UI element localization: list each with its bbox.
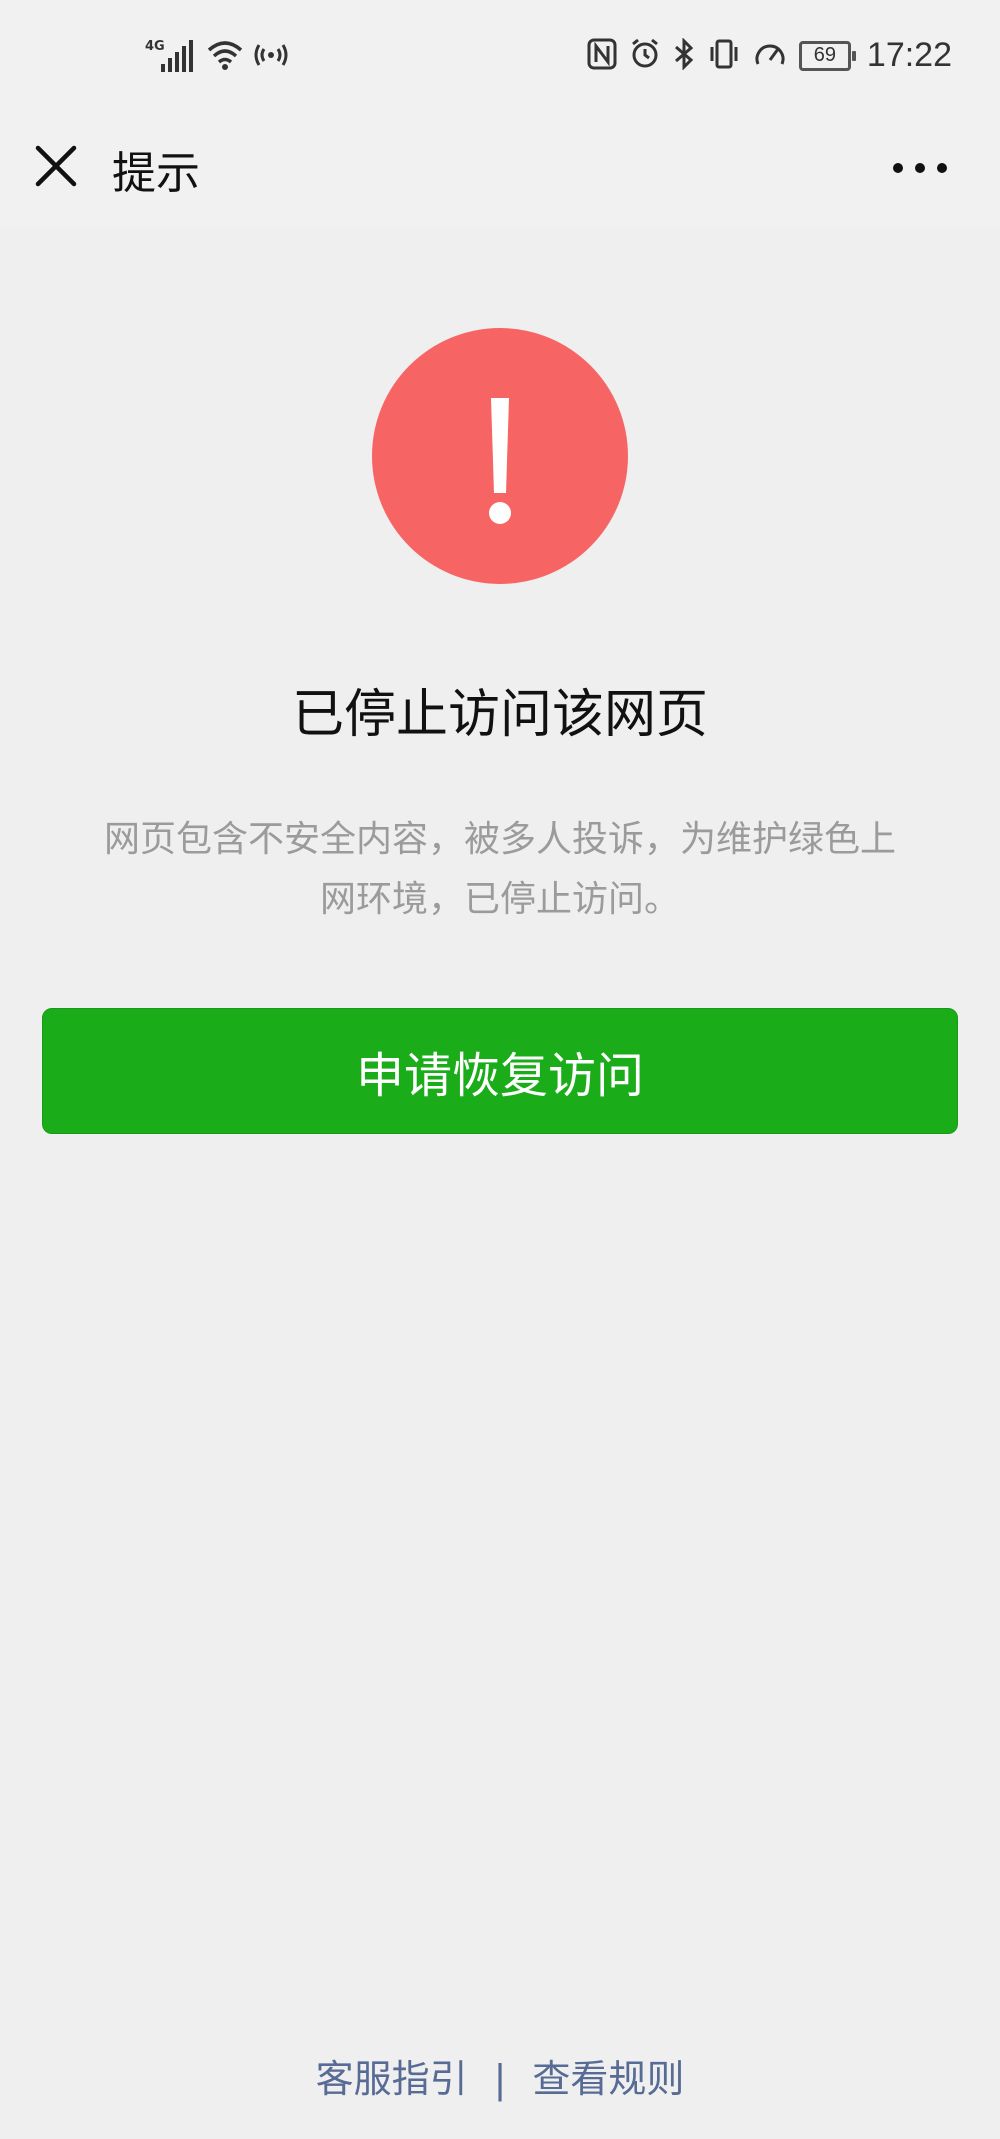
nfc-icon xyxy=(587,38,617,74)
hotspot-icon xyxy=(253,40,289,74)
status-bar: 4G 69 17:22 xyxy=(0,0,1000,115)
speed-icon xyxy=(753,38,787,74)
status-left: 4G xyxy=(145,36,289,78)
warning-icon xyxy=(372,328,628,584)
signal-icon: 4G xyxy=(145,36,197,78)
wifi-icon xyxy=(205,38,245,76)
footer-separator: | xyxy=(493,2057,507,2101)
vibrate-icon xyxy=(707,38,741,74)
footer-links: 客服指引 | 查看规则 xyxy=(0,2048,1000,2103)
description-line-1: 网页包含不安全内容，被多人投诉，为维护绿色上 xyxy=(103,819,896,860)
alarm-icon xyxy=(629,38,661,74)
customer-service-link[interactable]: 客服指引 xyxy=(316,2057,468,2101)
status-right: 69 17:22 xyxy=(587,36,952,75)
headline: 已停止访问该网页 xyxy=(291,685,708,745)
more-icon[interactable] xyxy=(890,153,950,183)
battery-level: 69 xyxy=(813,44,837,66)
clock: 17:22 xyxy=(866,36,952,74)
page-title: 提示 xyxy=(112,148,200,199)
battery-icon: 69 xyxy=(798,40,856,71)
bluetooth-icon xyxy=(673,36,695,74)
request-restore-button[interactable]: 申请恢复访问 xyxy=(42,1008,958,1134)
view-rules-link[interactable]: 查看规则 xyxy=(532,2057,684,2101)
nav-bar: 提示 xyxy=(0,115,1000,228)
description: 网页包含不安全内容，被多人投诉，为维护绿色上 网环境，已停止访问。 xyxy=(60,810,940,930)
network-label: 4G xyxy=(145,39,165,54)
description-line-2: 网环境，已停止访问。 xyxy=(319,879,680,920)
close-icon[interactable] xyxy=(30,140,82,192)
